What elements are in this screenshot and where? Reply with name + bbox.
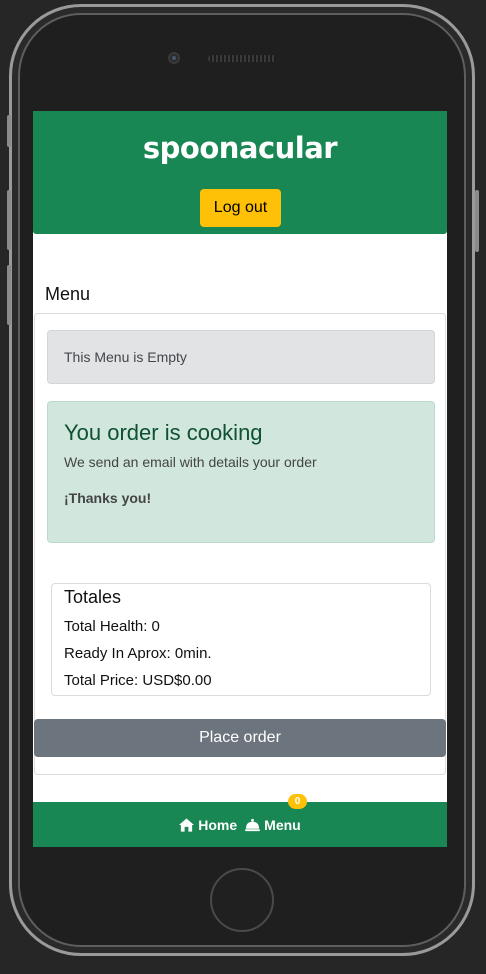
nav-home[interactable]: Home [179,817,237,833]
nav-menu-label: Menu [264,816,301,833]
empty-menu-alert: This Menu is Empty [47,330,435,384]
total-health: Total Health: 0 [64,618,160,635]
totals-panel: Totales Total Health: 0 Ready In Aprox: … [51,583,431,696]
order-status-alert: You order is cooking We send an email wi… [47,401,435,543]
order-status-heading: You order is cooking [64,420,263,445]
front-camera [168,52,180,64]
app-screen: spoonacular Log out Menu This Menu is Em… [33,111,447,847]
power-button [475,190,479,252]
menu-card: This Menu is Empty You order is cooking … [34,313,446,775]
order-status-message: We send an email with details your order [64,454,317,470]
bottom-navigation: Home Menu 0 [33,794,447,847]
menu-count-badge: 0 [288,794,307,809]
earpiece-speaker [208,55,276,62]
app-header: spoonacular Log out [33,111,447,234]
spoonacular-logo: spoonacular [142,131,338,165]
nav-menu[interactable]: Menu [245,817,301,833]
home-icon [179,817,195,832]
totals-title: Totales [64,587,122,607]
total-price: Total Price: USD$0.00 [64,672,212,689]
nav-home-label: Home [198,816,238,833]
volume-up-button [7,190,11,250]
volume-down-button [7,265,11,325]
cloche-icon [245,818,261,831]
place-order-button[interactable]: Place order [34,719,446,757]
ready-time: Ready In Aprox: 0min. [64,645,212,662]
logout-button[interactable]: Log out [200,189,281,227]
order-thanks-text: ¡Thanks you! [64,490,152,506]
phone-home-button[interactable] [210,868,274,932]
silent-switch [7,115,11,147]
menu-title: Menu [45,284,91,304]
